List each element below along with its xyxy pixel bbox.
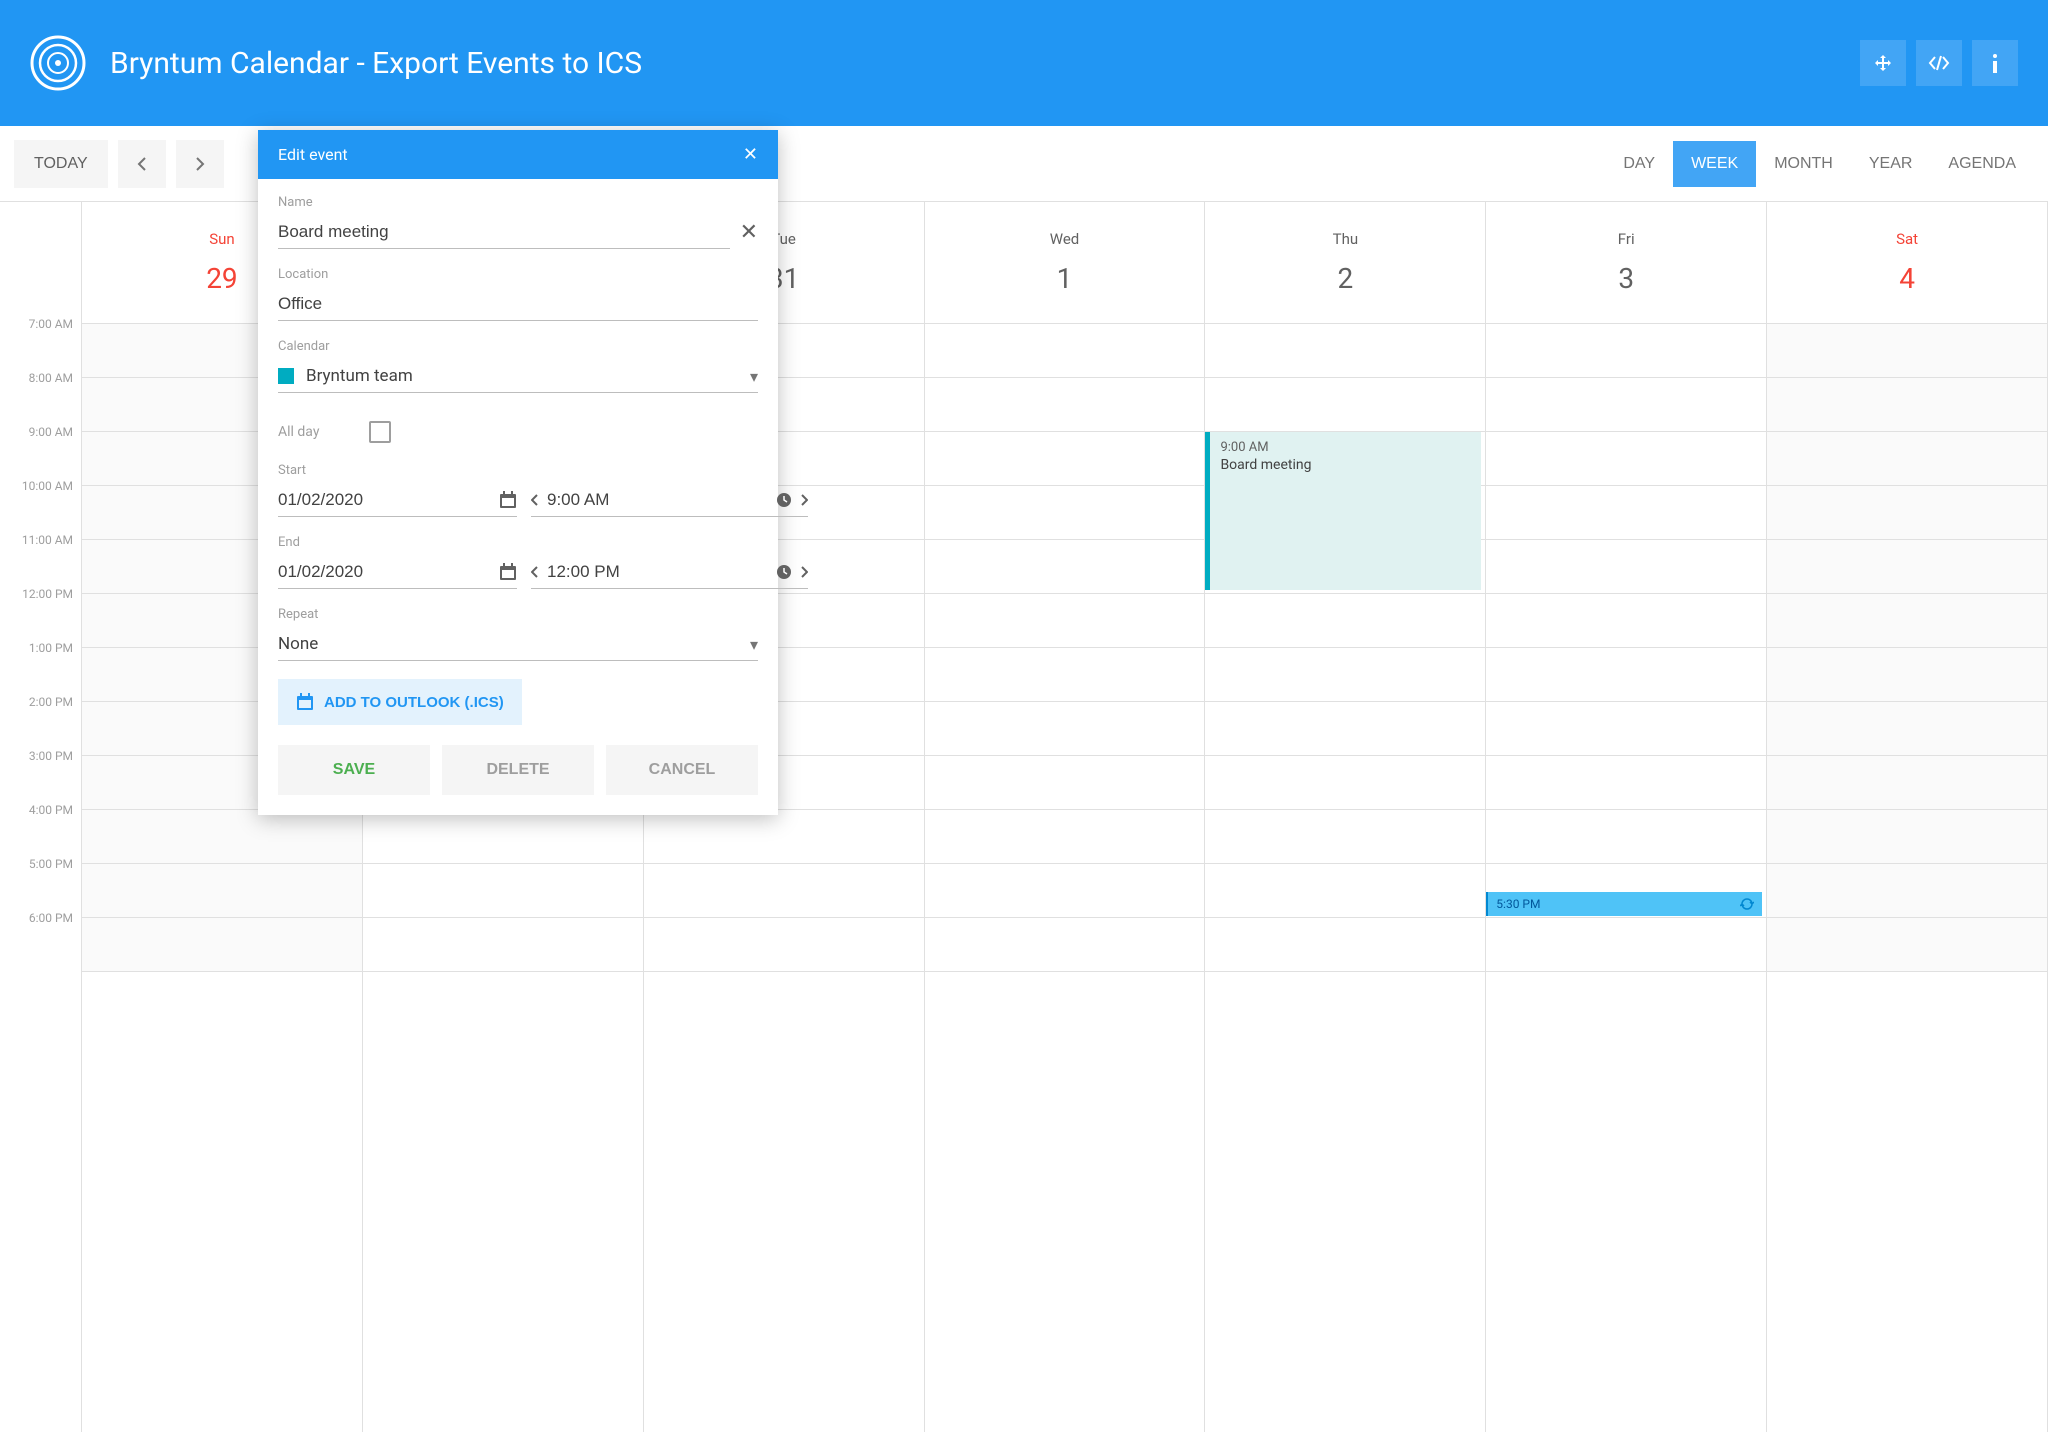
recurrence-icon: [1740, 897, 1754, 911]
time-label: 7:00 AM: [0, 317, 81, 371]
day-name: Thu: [1333, 230, 1358, 248]
day-column[interactable]: Sat 4: [1767, 202, 2048, 1432]
day-number: 1: [1057, 262, 1073, 295]
add-to-outlook-button[interactable]: ADD TO OUTLOOK (.ICS): [278, 679, 522, 725]
repeat-value: None: [278, 634, 750, 654]
time-next-button[interactable]: [800, 566, 808, 578]
code-icon: [1928, 55, 1950, 71]
view-year-button[interactable]: YEAR: [1851, 141, 1931, 187]
calendar-select[interactable]: Bryntum team ▾: [278, 360, 758, 393]
time-next-button[interactable]: [800, 494, 808, 506]
close-button[interactable]: ✕: [743, 144, 758, 165]
time-label: 11:00 AM: [0, 533, 81, 587]
chevron-down-icon: ▾: [750, 635, 758, 654]
time-label: 2:00 PM: [0, 695, 81, 749]
time-label: 5:00 PM: [0, 857, 81, 911]
info-button[interactable]: [1972, 40, 2018, 86]
time-label: 10:00 AM: [0, 479, 81, 533]
day-name: Fri: [1618, 230, 1635, 248]
view-day-button[interactable]: DAY: [1605, 141, 1673, 187]
location-input[interactable]: [278, 288, 758, 321]
next-button[interactable]: [176, 140, 224, 188]
chevron-left-icon: [531, 566, 539, 578]
chevron-right-icon: [800, 566, 808, 578]
info-icon: [1991, 53, 1999, 73]
time-label: 6:00 PM: [0, 911, 81, 965]
cancel-button[interactable]: CANCEL: [606, 745, 758, 795]
time-label: 3:00 PM: [0, 749, 81, 803]
prev-button[interactable]: [118, 140, 166, 188]
day-column[interactable]: Wed 1: [925, 202, 1206, 1432]
chevron-down-icon: ▾: [750, 367, 758, 386]
event-time: 5:30 PM: [1496, 897, 1540, 911]
allday-checkbox[interactable]: [369, 421, 391, 443]
fullscreen-button[interactable]: [1860, 40, 1906, 86]
location-label: Location: [278, 267, 758, 282]
day-name: Sat: [1896, 230, 1918, 248]
save-button[interactable]: SAVE: [278, 745, 430, 795]
day-name: Sun: [209, 230, 234, 248]
calendar-color-swatch: [278, 368, 294, 384]
calendar-event[interactable]: 5:30 PM: [1486, 892, 1762, 916]
end-time-input[interactable]: [547, 562, 768, 582]
time-label: 8:00 AM: [0, 371, 81, 425]
time-label: 4:00 PM: [0, 803, 81, 857]
start-label: Start: [278, 463, 758, 478]
time-label: 1:00 PM: [0, 641, 81, 695]
day-number: 29: [206, 262, 237, 295]
calendar-label: Calendar: [278, 339, 758, 354]
chevron-right-icon: [195, 156, 205, 172]
calendar-value: Bryntum team: [306, 366, 750, 386]
view-week-button[interactable]: WEEK: [1673, 141, 1756, 187]
chevron-right-icon: [800, 494, 808, 506]
time-prev-button[interactable]: [531, 494, 539, 506]
day-name: Wed: [1050, 230, 1080, 248]
time-label: 9:00 AM: [0, 425, 81, 479]
start-time-input[interactable]: [547, 490, 768, 510]
allday-label: All day: [278, 424, 319, 440]
calendar-icon: [296, 693, 314, 711]
name-label: Name: [278, 195, 758, 210]
bryntum-logo-icon: [30, 35, 86, 91]
app-header: Bryntum Calendar - Export Events to ICS: [0, 0, 2048, 126]
event-name: Board meeting: [1220, 457, 1471, 473]
calendar-icon[interactable]: [499, 563, 517, 581]
day-number: 4: [1899, 262, 1915, 295]
day-column[interactable]: Fri 3 5:30 PM: [1486, 202, 1767, 1432]
end-label: End: [278, 535, 758, 550]
day-number: 2: [1337, 262, 1353, 295]
edit-event-popup: Edit event ✕ Name ✕ Location Calendar Br…: [258, 130, 778, 815]
time-prev-button[interactable]: [531, 566, 539, 578]
time-label: 12:00 PM: [0, 587, 81, 641]
page-title: Bryntum Calendar - Export Events to ICS: [110, 46, 642, 81]
day-number: 3: [1618, 262, 1634, 295]
clock-icon[interactable]: [776, 492, 792, 508]
start-date-input[interactable]: [278, 490, 499, 510]
repeat-select[interactable]: None ▾: [278, 628, 758, 661]
calendar-event[interactable]: 9:00 AM Board meeting: [1205, 432, 1481, 590]
today-button[interactable]: TODAY: [14, 140, 108, 188]
day-column[interactable]: Thu 2 9:00 AM Board meeting: [1205, 202, 1486, 1432]
delete-button[interactable]: DELETE: [442, 745, 594, 795]
move-icon: [1873, 53, 1893, 73]
end-date-input[interactable]: [278, 562, 499, 582]
chevron-left-icon: [531, 494, 539, 506]
view-agenda-button[interactable]: AGENDA: [1930, 141, 2034, 187]
view-month-button[interactable]: MONTH: [1756, 141, 1851, 187]
clock-icon[interactable]: [776, 564, 792, 580]
time-axis: 7:00 AM 8:00 AM 9:00 AM 10:00 AM 11:00 A…: [0, 202, 82, 1432]
popup-title: Edit event: [278, 145, 348, 164]
chevron-left-icon: [137, 156, 147, 172]
clear-name-button[interactable]: ✕: [730, 220, 758, 245]
name-input[interactable]: [278, 216, 730, 249]
repeat-label: Repeat: [278, 607, 758, 622]
calendar-icon[interactable]: [499, 491, 517, 509]
event-time: 9:00 AM: [1220, 440, 1471, 455]
code-button[interactable]: [1916, 40, 1962, 86]
